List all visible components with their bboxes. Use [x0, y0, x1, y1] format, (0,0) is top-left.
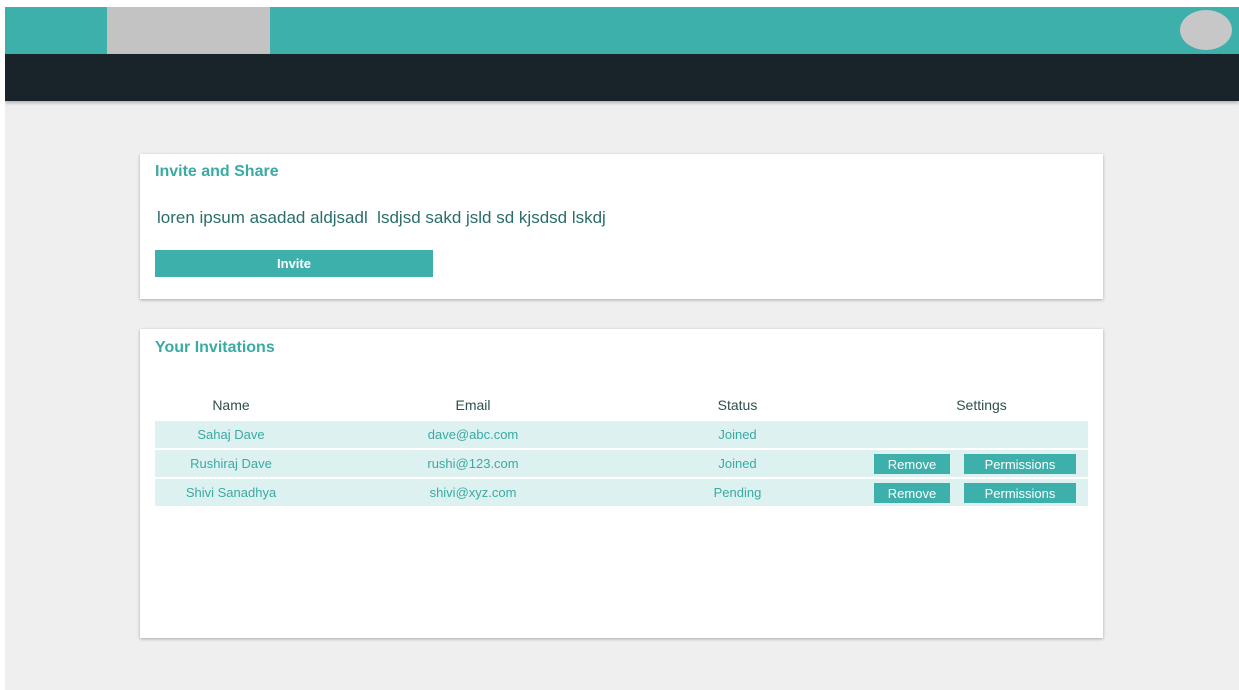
permissions-button[interactable]: Permissions — [964, 454, 1076, 474]
row-status: Joined — [718, 427, 757, 442]
column-header-settings: Settings — [956, 397, 1007, 413]
row-status: Pending — [713, 485, 762, 500]
invitations-card-title: Your Invitations — [155, 339, 275, 356]
table-header: Name Email Status Settings — [155, 389, 1088, 421]
row-name: Shivi Sanadhya — [185, 485, 277, 500]
row-status: Joined — [718, 456, 757, 471]
row-name: Rushiraj Dave — [190, 456, 272, 471]
invite-description: loren ipsum asadad aldjsadl lsdjsd sakd … — [157, 208, 606, 227]
nav-bar — [5, 54, 1239, 101]
permissions-button[interactable]: Permissions — [964, 483, 1076, 503]
table-row: Rushiraj Dave rushi@123.com Joined Remov… — [155, 450, 1088, 477]
row-email: rushi@123.com — [427, 456, 519, 471]
column-header-name: Name — [212, 397, 250, 413]
logo-placeholder[interactable] — [107, 7, 270, 54]
column-header-email: Email — [455, 397, 491, 413]
top-bar — [5, 7, 1239, 54]
table-row: Shivi Sanadhya shivi@xyz.com Pending Rem… — [155, 479, 1088, 506]
row-name: Sahaj Dave — [197, 427, 265, 442]
invite-card-title: Invite and Share — [155, 163, 279, 180]
row-email: shivi@xyz.com — [429, 485, 517, 500]
invite-button[interactable]: Invite — [155, 250, 433, 277]
avatar-icon[interactable] — [1180, 10, 1232, 50]
invitations-table: Name Email Status Settings Sahaj Dave da… — [155, 389, 1088, 508]
column-header-status: Status — [717, 397, 758, 413]
invitations-card: Your Invitations Name Email Status Setti… — [140, 329, 1103, 638]
app-frame: Invite and Share loren ipsum asadad aldj… — [5, 7, 1239, 690]
remove-button[interactable]: Remove — [874, 454, 950, 474]
remove-button[interactable]: Remove — [874, 483, 950, 503]
invite-card: Invite and Share loren ipsum asadad aldj… — [140, 154, 1103, 299]
table-row: Sahaj Dave dave@abc.com Joined — [155, 421, 1088, 448]
row-email: dave@abc.com — [427, 427, 519, 442]
